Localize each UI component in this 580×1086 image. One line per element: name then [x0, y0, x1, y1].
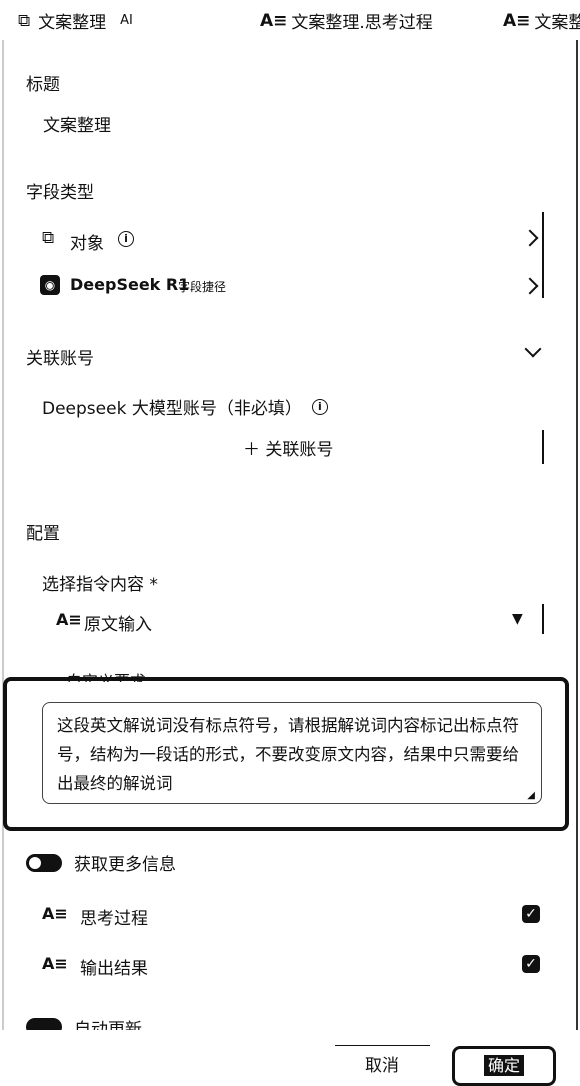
config-section-label: 配置	[26, 524, 60, 544]
object-icon: ⧉	[42, 228, 55, 248]
chevron-down-icon[interactable]	[524, 340, 542, 358]
instruction-label: 选择指令内容 *	[42, 575, 158, 595]
add-account-button[interactable]: ＋ 关联账号	[243, 435, 333, 460]
account-item: Deepseek 大模型账号（非必填） i	[42, 394, 328, 419]
more-info-item-thinking[interactable]: A≡ 思考过程 ✓	[42, 902, 544, 929]
title-section-label: 标题	[26, 75, 60, 95]
text-field-icon: A≡	[42, 954, 68, 973]
divider	[542, 430, 544, 464]
checkbox-checked-icon[interactable]: ✓	[522, 905, 540, 923]
custom-requirement-label: 自定义要求	[66, 672, 147, 682]
checkbox-checked-icon[interactable]: ✓	[522, 955, 540, 973]
toggle-switch[interactable]	[26, 1018, 62, 1030]
object-label: 对象	[70, 234, 104, 254]
info-icon[interactable]: i	[311, 398, 328, 415]
text-field-icon: A≡	[503, 10, 531, 31]
text-field-icon: A≡	[56, 610, 82, 629]
dropdown-arrow-icon: ▼	[512, 611, 523, 627]
ai-badge: AI	[120, 13, 133, 28]
more-info-label: 获取更多信息	[74, 855, 176, 875]
tab-main[interactable]: ⧉ 文案整理 AI	[18, 8, 133, 34]
field-type-label: 字段类型	[26, 183, 94, 203]
account-item-label: Deepseek 大模型账号（非必填）	[42, 399, 302, 419]
deepseek-logo-icon: ◉	[40, 275, 60, 295]
instruction-value: 原文输入	[84, 615, 152, 635]
tab-thinking-label: 文案整理.思考过程	[291, 13, 433, 33]
field-type-model-row[interactable]: ◉ DeepSeek R1 字段捷径	[40, 273, 542, 299]
info-icon[interactable]: i	[118, 231, 134, 247]
more-info-row: 获取更多信息	[26, 850, 176, 875]
cancel-button[interactable]: 取消	[340, 1050, 424, 1082]
text-field-icon: A≡	[260, 10, 288, 31]
cancel-label: 取消	[365, 1056, 399, 1076]
confirm-label: 确定	[483, 1055, 524, 1076]
resize-handle-icon[interactable]: ◢	[527, 790, 535, 801]
confirm-button[interactable]: 确定	[452, 1046, 556, 1086]
auto-update-row: 自动更新	[26, 1016, 142, 1030]
more-info-item-label: 输出结果	[80, 959, 148, 979]
object-icon: ⧉	[18, 10, 31, 31]
tab-bar: ⧉ 文案整理 AI A≡ 文案整理.思考过程 A≡ 文案整理	[0, 0, 580, 40]
divider	[542, 212, 544, 298]
scrollbar-track[interactable]	[576, 40, 578, 1040]
toggle-switch[interactable]	[26, 853, 62, 872]
custom-requirement-text: 这段英文解说词没有标点符号，请根据解说词内容标记出标点符号，结构为一段话的形式，…	[57, 716, 519, 793]
footer-divider	[335, 1045, 430, 1046]
more-info-item-label: 思考过程	[80, 909, 148, 929]
model-tag: 字段捷径	[178, 280, 227, 294]
tab-result[interactable]: A≡ 文案整理	[503, 8, 580, 34]
auto-update-label: 自动更新	[74, 1019, 142, 1031]
model-label: DeepSeek R1	[70, 275, 190, 294]
instruction-select[interactable]: A≡ 原文输入 ▼	[56, 608, 542, 636]
chevron-right-icon	[521, 277, 539, 295]
tab-main-label: 文案整理	[38, 13, 107, 33]
left-border	[2, 40, 4, 1040]
divider	[542, 604, 544, 634]
text-field-icon: A≡	[42, 904, 68, 923]
account-section-label: 关联账号	[26, 349, 94, 369]
tab-thinking[interactable]: A≡ 文案整理.思考过程	[260, 8, 433, 34]
field-type-object-row[interactable]: ⧉ 对象 i	[42, 226, 542, 254]
more-info-item-result[interactable]: A≡ 输出结果 ✓	[42, 952, 544, 979]
tab-result-label: 文案整理	[534, 13, 580, 33]
chevron-right-icon	[521, 229, 539, 247]
custom-requirement-textarea[interactable]: 这段英文解说词没有标点符号，请根据解说词内容标记出标点符号，结构为一段话的形式，…	[42, 702, 542, 804]
title-value[interactable]: 文案整理	[43, 111, 111, 136]
